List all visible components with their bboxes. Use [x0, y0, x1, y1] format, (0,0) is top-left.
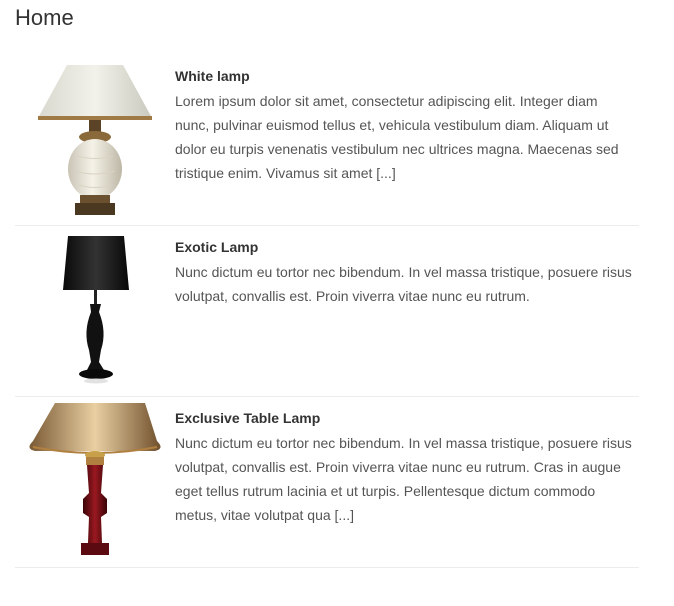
- product-info: White lamp Lorem ipsum dolor sit amet, c…: [175, 67, 635, 185]
- product-title-link[interactable]: White lamp: [175, 67, 635, 85]
- product-title-link[interactable]: Exclusive Table Lamp: [175, 409, 635, 427]
- list-item: White lamp Lorem ipsum dolor sit amet, c…: [15, 55, 639, 226]
- product-info: Exclusive Table Lamp Nunc dictum eu tort…: [175, 409, 635, 527]
- product-image-white-lamp[interactable]: [25, 61, 165, 216]
- product-title-link[interactable]: Exotic Lamp: [175, 238, 635, 256]
- product-list: White lamp Lorem ipsum dolor sit amet, c…: [15, 55, 639, 568]
- page-title: Home: [15, 5, 74, 30]
- product-image-exotic-lamp[interactable]: [25, 232, 165, 387]
- list-item: Exotic Lamp Nunc dictum eu tortor nec bi…: [15, 226, 639, 397]
- list-item: Exclusive Table Lamp Nunc dictum eu tort…: [15, 397, 639, 568]
- product-excerpt: Nunc dictum eu tortor nec bibendum. In v…: [175, 264, 632, 304]
- product-excerpt: Nunc dictum eu tortor nec bibendum. In v…: [175, 435, 632, 523]
- product-excerpt: Lorem ipsum dolor sit amet, consectetur …: [175, 93, 619, 181]
- product-image-exclusive-table-lamp[interactable]: [25, 403, 165, 558]
- product-info: Exotic Lamp Nunc dictum eu tortor nec bi…: [175, 238, 635, 308]
